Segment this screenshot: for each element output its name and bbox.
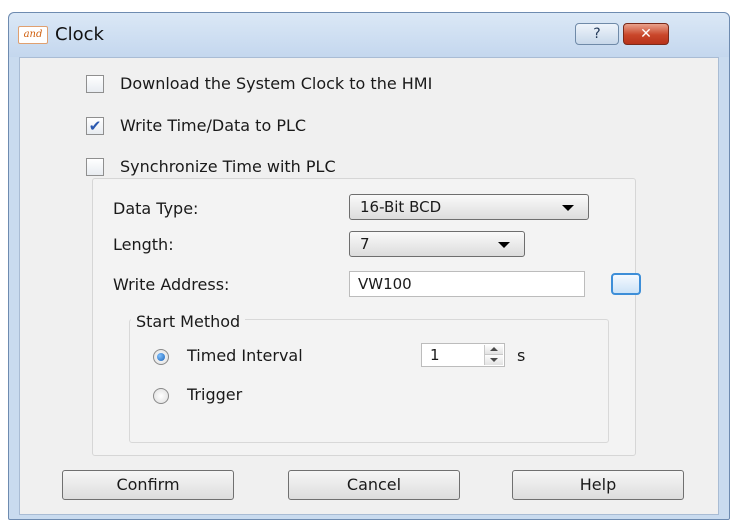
confirm-button[interactable]: Confirm	[62, 470, 234, 500]
length-label: Length:	[113, 235, 174, 254]
timed-interval-unit: s	[517, 346, 526, 365]
chevron-down-icon	[498, 242, 510, 248]
spin-up-icon[interactable]	[485, 345, 503, 355]
help-button[interactable]: Help	[512, 470, 684, 500]
dialog-title: Clock	[55, 24, 104, 45]
length-value: 7	[360, 235, 370, 253]
app-logo-icon: and	[18, 26, 48, 44]
close-button[interactable]: ✕	[623, 23, 669, 45]
title-bar[interactable]: and Clock ? ✕	[9, 13, 729, 57]
synchronize-time-checkbox[interactable]	[86, 158, 104, 176]
start-method-group	[129, 319, 609, 443]
clock-dialog: and Clock ? ✕ Download the System Clock …	[8, 12, 730, 520]
title-help-button[interactable]: ?	[575, 23, 619, 45]
download-clock-checkbox[interactable]	[86, 75, 104, 93]
timed-interval-value: 1	[430, 346, 440, 364]
synchronize-time-label: Synchronize Time with PLC	[120, 157, 336, 176]
cancel-button[interactable]: Cancel	[288, 470, 460, 500]
write-settings-group: Data Type: 16-Bit BCD Length: 7 Write Ad…	[92, 178, 641, 456]
spin-down-icon[interactable]	[485, 355, 503, 365]
data-type-value: 16-Bit BCD	[360, 198, 442, 216]
spin-buttons	[484, 345, 503, 365]
dialog-body: Download the System Clock to the HMI ✔ W…	[19, 57, 719, 515]
length-select[interactable]: 7	[349, 231, 525, 257]
timed-interval-label: Timed Interval	[187, 346, 303, 365]
start-method-label: Start Method	[131, 313, 246, 331]
trigger-label: Trigger	[187, 385, 243, 404]
data-type-label: Data Type:	[113, 199, 199, 218]
write-address-input[interactable]: VW100	[349, 271, 585, 297]
data-type-select[interactable]: 16-Bit BCD	[349, 194, 589, 220]
write-time-checkbox[interactable]: ✔	[86, 117, 104, 135]
chevron-down-icon	[562, 205, 574, 211]
timed-interval-spinbox[interactable]: 1	[421, 343, 505, 367]
write-time-label: Write Time/Data to PLC	[120, 116, 307, 135]
address-browse-button[interactable]	[611, 273, 641, 295]
timed-interval-radio[interactable]	[153, 349, 169, 365]
write-address-label: Write Address:	[113, 275, 230, 294]
download-clock-label: Download the System Clock to the HMI	[120, 74, 433, 93]
trigger-radio[interactable]	[153, 388, 169, 404]
